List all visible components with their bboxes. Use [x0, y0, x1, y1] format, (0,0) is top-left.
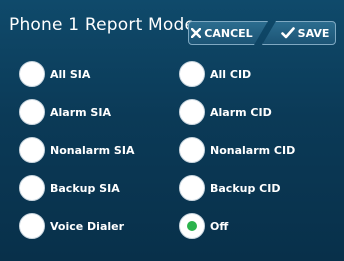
option-all-sia[interactable]: All SIA	[19, 59, 90, 89]
radio-button[interactable]	[19, 175, 45, 201]
option-label: Backup SIA	[50, 181, 120, 195]
option-alarm-cid[interactable]: Alarm CID	[179, 97, 272, 127]
checkmark-icon	[280, 27, 295, 39]
header-bar: Phone 1 Report Mode CANCEL SAVE	[0, 0, 344, 56]
option-backup-sia[interactable]: Backup SIA	[19, 173, 120, 203]
option-label: Off	[210, 219, 229, 233]
page-title: Phone 1 Report Mode	[9, 15, 196, 35]
option-label: Voice Dialer	[50, 219, 125, 233]
radio-button[interactable]	[19, 137, 45, 163]
radio-button[interactable]	[19, 61, 45, 87]
radio-button[interactable]	[179, 137, 205, 163]
option-label: Nonalarm CID	[210, 143, 296, 157]
radio-button[interactable]	[179, 99, 205, 125]
radio-button[interactable]	[19, 99, 45, 125]
cancel-button[interactable]: CANCEL	[188, 21, 268, 45]
option-label: Nonalarm SIA	[50, 143, 135, 157]
option-voice-dialer[interactable]: Voice Dialer	[19, 211, 124, 241]
cancel-button-label: CANCEL	[204, 26, 253, 40]
report-mode-screen: Phone 1 Report Mode CANCEL SAVE All SIA	[0, 0, 344, 261]
radio-button[interactable]	[179, 61, 205, 87]
save-button-label: SAVE	[297, 26, 330, 40]
option-off[interactable]: Off	[179, 211, 228, 241]
save-button[interactable]: SAVE	[262, 21, 336, 45]
option-label: Alarm CID	[210, 105, 272, 119]
report-mode-options: All SIA Alarm SIA Nonalarm SIA Backup SI…	[0, 56, 344, 261]
radio-button-selected[interactable]	[179, 213, 205, 239]
option-all-cid[interactable]: All CID	[179, 59, 251, 89]
option-label: Backup CID	[210, 181, 281, 195]
selected-indicator	[187, 221, 197, 231]
option-backup-cid[interactable]: Backup CID	[179, 173, 280, 203]
option-label: All SIA	[50, 67, 91, 81]
option-nonalarm-sia[interactable]: Nonalarm SIA	[19, 135, 134, 165]
option-nonalarm-cid[interactable]: Nonalarm CID	[179, 135, 295, 165]
option-alarm-sia[interactable]: Alarm SIA	[19, 97, 111, 127]
radio-button[interactable]	[19, 213, 45, 239]
option-label: All CID	[210, 67, 252, 81]
radio-button[interactable]	[179, 175, 205, 201]
x-icon	[191, 28, 201, 38]
option-label: Alarm SIA	[50, 105, 111, 119]
